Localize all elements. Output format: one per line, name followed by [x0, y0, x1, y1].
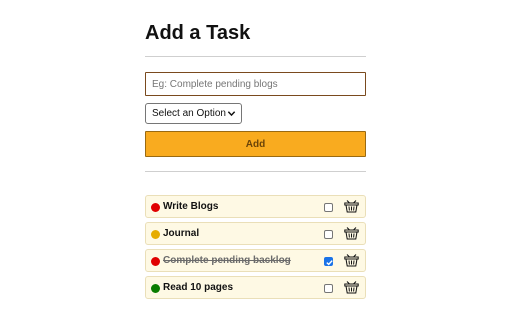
task-checkbox[interactable] [324, 203, 333, 212]
priority-select[interactable]: Select an Option [145, 103, 242, 124]
task-label: Read 10 pages [163, 282, 234, 293]
divider [145, 56, 366, 57]
task-checkbox[interactable] [324, 230, 333, 239]
task-label: Complete pending backlog [163, 255, 291, 266]
trash-basket-icon[interactable] [344, 226, 359, 240]
trash-basket-icon[interactable] [344, 253, 359, 267]
priority-dot [151, 257, 160, 266]
task-checkbox[interactable] [324, 257, 333, 266]
task-item: Complete pending backlog [145, 249, 366, 272]
task-label: Write Blogs [163, 201, 219, 212]
priority-select-value: Select an Option [152, 108, 226, 119]
task-checkbox[interactable] [324, 284, 333, 293]
priority-dot [151, 230, 160, 239]
divider [145, 171, 366, 172]
task-item: Read 10 pages [145, 276, 366, 299]
trash-basket-icon[interactable] [344, 280, 359, 294]
task-item: Write Blogs [145, 195, 366, 218]
task-label: Journal [163, 228, 200, 239]
check-icon [326, 260, 333, 266]
priority-dot [151, 203, 160, 212]
task-item: Journal [145, 222, 366, 245]
chevron-down-icon [227, 111, 236, 117]
priority-dot [151, 284, 160, 293]
trash-basket-icon[interactable] [344, 199, 359, 213]
page-title: Add a Task [145, 22, 251, 44]
add-button[interactable]: Add [145, 131, 366, 157]
task-input[interactable] [145, 72, 366, 96]
